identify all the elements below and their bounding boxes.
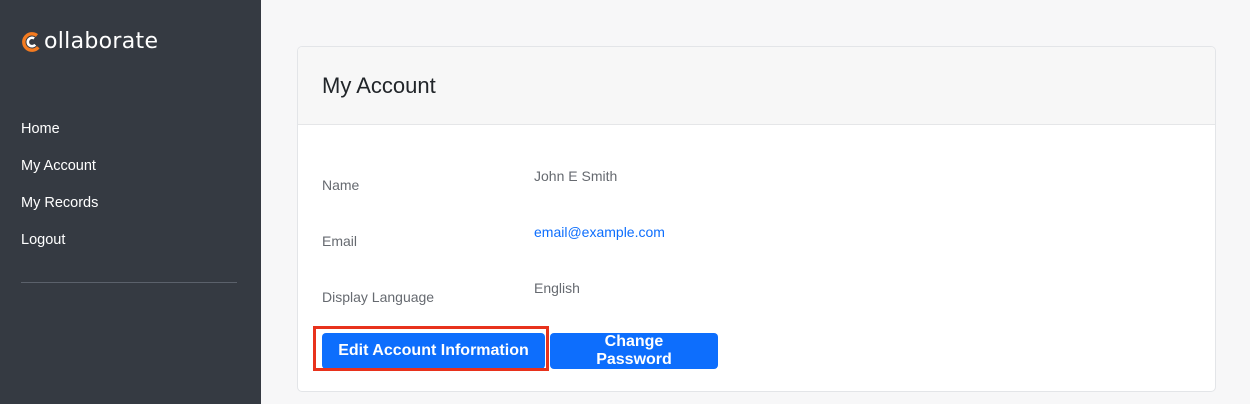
page-title: My Account bbox=[322, 72, 436, 98]
sidebar: ollaborate Home My Account My Records Lo… bbox=[0, 0, 261, 404]
sidebar-item-my-records[interactable]: My Records bbox=[21, 192, 237, 229]
name-value: John E Smith bbox=[534, 168, 618, 184]
name-label: Name bbox=[322, 177, 360, 193]
sidebar-divider bbox=[21, 282, 237, 283]
logo-text: ollaborate bbox=[44, 29, 159, 54]
email-link[interactable]: email@example.com bbox=[534, 224, 665, 240]
display-language-value: English bbox=[534, 280, 580, 296]
sidebar-nav: Home My Account My Records Logout bbox=[21, 118, 237, 266]
sidebar-item-logout[interactable]: Logout bbox=[21, 229, 237, 266]
sidebar-item-my-account[interactable]: My Account bbox=[21, 155, 237, 192]
app-logo[interactable]: ollaborate bbox=[21, 26, 158, 58]
email-label: Email bbox=[322, 233, 358, 249]
display-language-label: Display Language bbox=[322, 289, 435, 305]
change-password-button[interactable]: Change Password bbox=[550, 333, 718, 369]
sidebar-item-home[interactable]: Home bbox=[21, 118, 237, 155]
edit-account-information-button[interactable]: Edit Account Information bbox=[322, 333, 545, 369]
card-header: My Account bbox=[298, 47, 1215, 125]
account-card: My Account Name John E Smith Email email… bbox=[297, 46, 1216, 392]
logo-c-icon bbox=[21, 31, 43, 53]
